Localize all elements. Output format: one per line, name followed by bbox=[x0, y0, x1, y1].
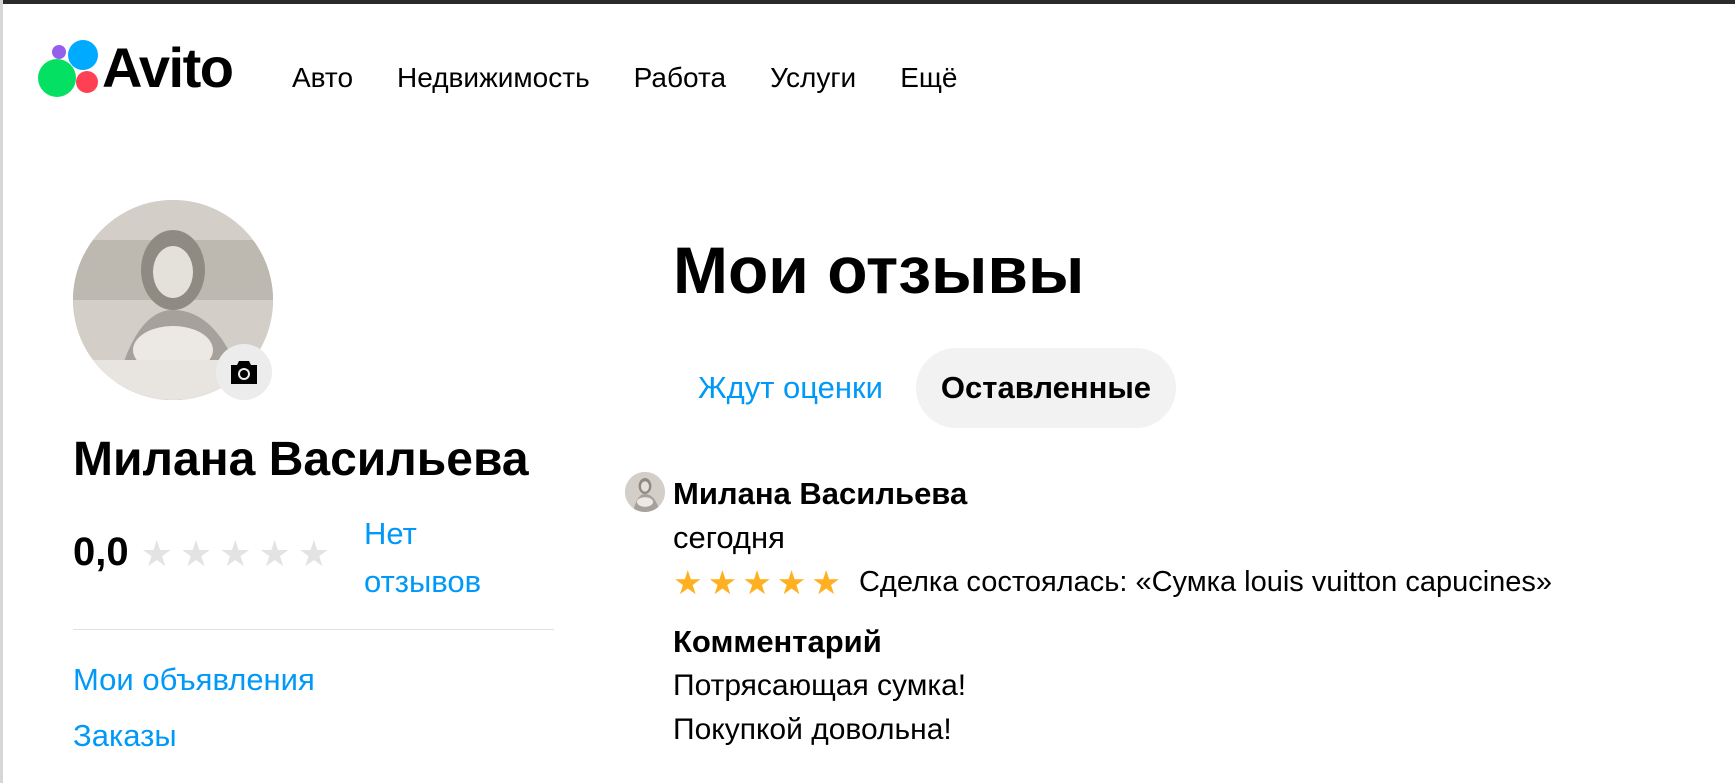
avatar-photo bbox=[625, 472, 665, 512]
menu-orders[interactable]: Заказы bbox=[73, 718, 177, 754]
star-outline-icon: ★ bbox=[140, 533, 173, 574]
nav-item-more[interactable]: Ещё bbox=[900, 62, 957, 94]
window-top-border bbox=[0, 0, 1735, 4]
star-outline-icon: ★ bbox=[258, 533, 291, 574]
change-photo-button[interactable] bbox=[216, 344, 272, 400]
review-comment-line: Потрясающая сумка! bbox=[673, 669, 967, 702]
avito-logo[interactable]: Avito bbox=[38, 36, 234, 99]
tab-awaiting-rating[interactable]: Ждут оценки bbox=[673, 348, 908, 428]
nav-item-realty[interactable]: Недвижимость bbox=[397, 62, 590, 94]
no-reviews-link[interactable]: Нет отзывов bbox=[364, 510, 514, 606]
star-filled-icon: ★ bbox=[707, 563, 738, 601]
review-date: сегодня bbox=[673, 520, 785, 555]
review-comment-label: Комментарий bbox=[673, 624, 882, 659]
reviews-tabs: Ждут оценки Оставленные bbox=[673, 348, 1177, 428]
rating-stars: ★ ★ ★ ★ ★ bbox=[141, 536, 330, 572]
nav-item-auto[interactable]: Авто bbox=[292, 62, 353, 94]
nav-item-services[interactable]: Услуги bbox=[770, 62, 856, 94]
star-filled-icon: ★ bbox=[742, 563, 772, 601]
star-outline-icon: ★ bbox=[179, 533, 213, 574]
profile-name: Милана Васильева bbox=[73, 433, 529, 486]
review-comment-line: Покупкой довольна! bbox=[673, 713, 952, 746]
star-filled-icon: ★ bbox=[811, 563, 841, 601]
camera-icon bbox=[231, 361, 257, 384]
review-deal: Сделка состоялась: «Сумка louis vuitton … bbox=[858, 565, 1553, 598]
logo-dots-icon bbox=[38, 37, 100, 99]
logo-text: Avito bbox=[102, 36, 234, 99]
star-filled-icon: ★ bbox=[776, 563, 807, 601]
star-outline-icon: ★ bbox=[219, 533, 252, 574]
star-outline-icon: ★ bbox=[297, 533, 331, 574]
review-author[interactable]: Милана Васильева bbox=[673, 472, 1673, 516]
profile-divider bbox=[73, 629, 554, 630]
menu-my-ads[interactable]: Мои объявления bbox=[73, 662, 315, 698]
window-left-border bbox=[0, 0, 3, 783]
review-author-avatar[interactable] bbox=[625, 472, 665, 512]
profile-rating: 0,0 ★ ★ ★ ★ ★ Нет отзывов bbox=[73, 510, 514, 606]
review-stars: ★ ★ ★ ★ ★ bbox=[673, 566, 841, 599]
nav-item-jobs[interactable]: Работа bbox=[634, 62, 726, 94]
tab-left-reviews[interactable]: Оставленные bbox=[915, 348, 1177, 428]
review-body: Милана Васильева сегодня ★ ★ ★ ★ ★ Сделк… bbox=[673, 472, 1673, 752]
rating-value: 0,0 bbox=[73, 530, 129, 574]
star-filled-icon: ★ bbox=[673, 563, 703, 601]
top-nav: Авто Недвижимость Работа Услуги Ещё bbox=[292, 62, 1001, 94]
review-rating-line: ★ ★ ★ ★ ★ Сделка состоялась: «Сумка loui… bbox=[673, 560, 1673, 604]
page-title: Мои отзывы bbox=[673, 233, 1085, 307]
